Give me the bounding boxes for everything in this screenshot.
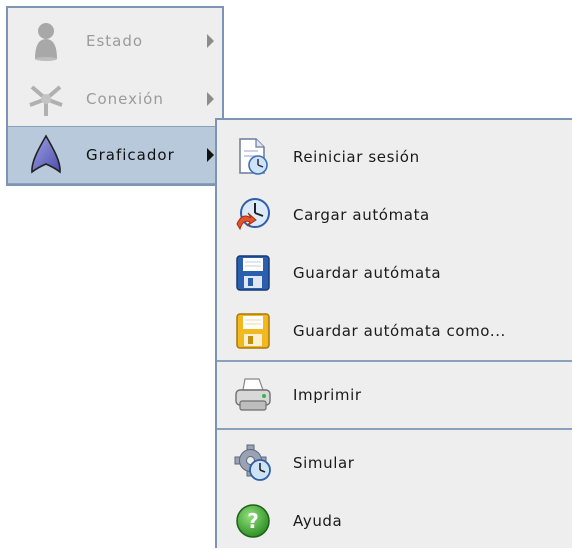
- graficador-submenu: Reiniciar sesión Cargar autómata Guardar: [215, 118, 572, 548]
- menu-item-simular[interactable]: Simular: [217, 434, 572, 492]
- menu-item-label: Guardar autómata como...: [293, 322, 506, 340]
- main-menu: Estado Conexión Graficador: [6, 6, 224, 186]
- printer-icon: [233, 375, 273, 415]
- menu-item-label: Graficador: [86, 146, 175, 164]
- menu-item-guardar-automata-como[interactable]: Guardar autómata como...: [217, 302, 572, 360]
- menu-item-reiniciar-sesion[interactable]: Reiniciar sesión: [217, 128, 572, 186]
- menu-item-label: Simular: [293, 454, 355, 472]
- menu-separator: [217, 360, 572, 362]
- menu-item-guardar-automata[interactable]: Guardar autómata: [217, 244, 572, 302]
- restart-document-icon: [233, 137, 273, 177]
- menu-item-label: Guardar autómata: [293, 264, 442, 282]
- menu-item-estado: Estado: [8, 12, 222, 70]
- menu-item-cargar-automata[interactable]: Cargar autómata: [217, 186, 572, 244]
- svg-text:?: ?: [247, 509, 259, 533]
- gear-clock-icon: [233, 443, 273, 483]
- chevron-right-icon: [207, 34, 214, 48]
- menu-item-graficador[interactable]: Graficador: [8, 126, 222, 184]
- menu-item-label: Estado: [86, 32, 144, 50]
- menu-item-label: Conexión: [86, 90, 164, 108]
- chevron-right-icon: [207, 92, 214, 106]
- menu-item-imprimir[interactable]: Imprimir: [217, 366, 572, 424]
- menu-separator: [217, 428, 572, 430]
- person-icon: [26, 19, 66, 63]
- load-clock-icon: [233, 195, 273, 235]
- menu-item-label: Cargar autómata: [293, 206, 430, 224]
- save-floppy-icon: [233, 253, 273, 293]
- menu-item-label: Imprimir: [293, 386, 362, 404]
- graph-icon: [26, 133, 66, 177]
- save-as-floppy-icon: [233, 311, 273, 351]
- connection-icon: [26, 77, 66, 121]
- menu-item-conexion: Conexión: [8, 70, 222, 128]
- menu-item-label: Ayuda: [293, 512, 343, 530]
- help-icon: ?: [233, 501, 273, 541]
- menu-item-ayuda[interactable]: ? Ayuda: [217, 492, 572, 550]
- menu-item-label: Reiniciar sesión: [293, 148, 420, 166]
- chevron-right-icon: [207, 148, 214, 162]
